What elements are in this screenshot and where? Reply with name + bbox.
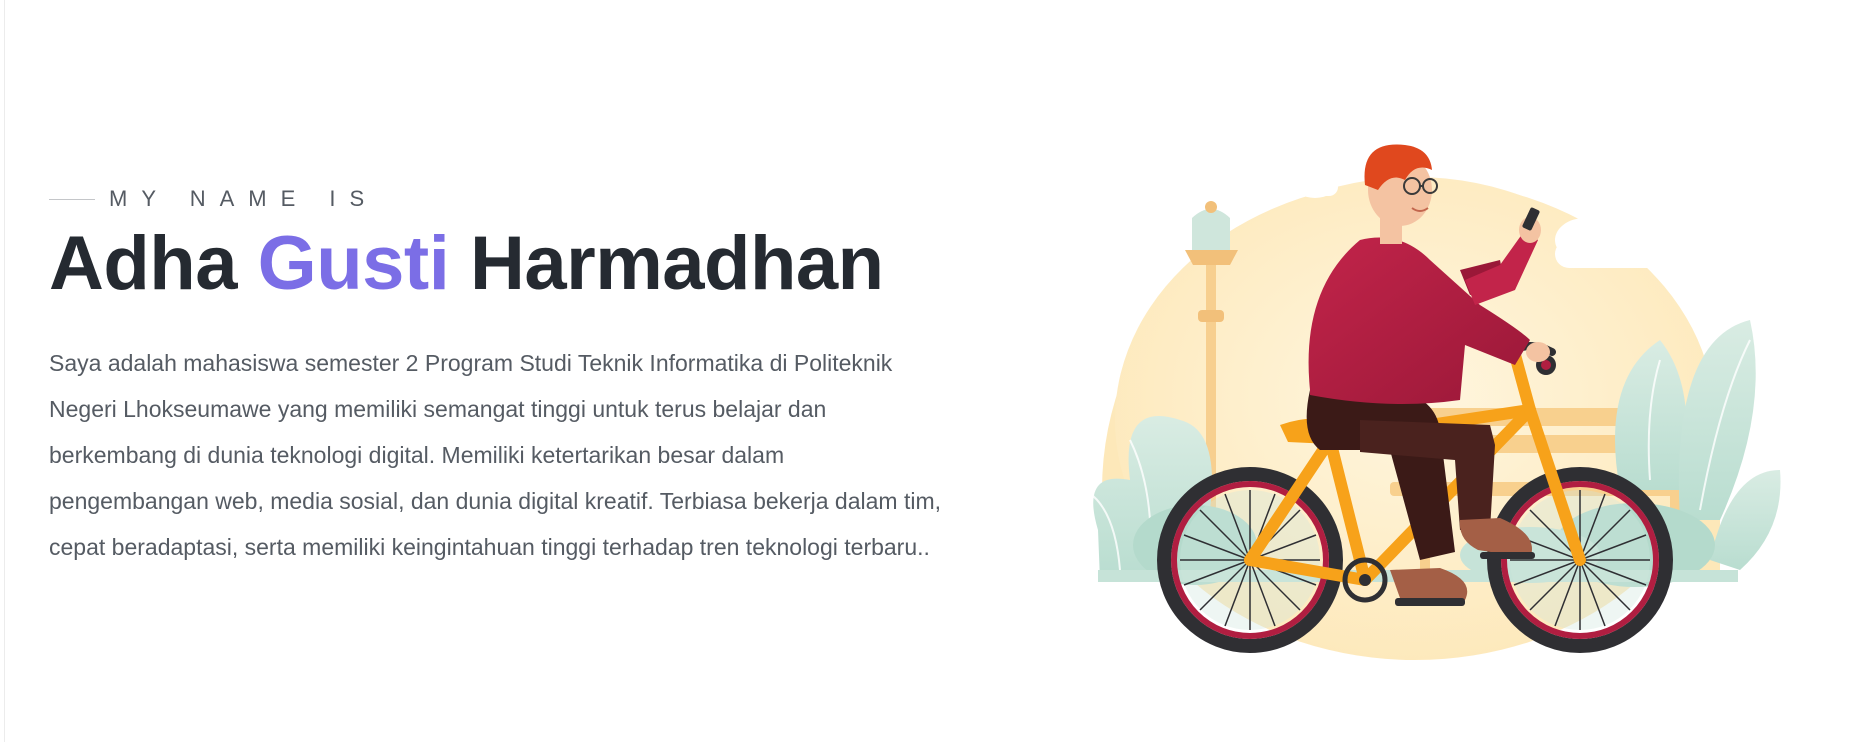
page: MY NAME IS Adha Gusti Harmadhan Saya ada… [0, 0, 1869, 742]
bicycle-rider-illustration [1060, 90, 1790, 660]
hero-name-heading: Adha Gusti Harmadhan [49, 222, 949, 306]
eyebrow-label: MY NAME IS [109, 186, 379, 211]
person-bicycle-icon [1087, 141, 1781, 660]
left-border [4, 0, 5, 742]
name-last: Harmadhan [469, 221, 884, 306]
eyebrow-line [49, 198, 95, 200]
name-middle-accent: Gusti [257, 221, 450, 306]
hero-description: Saya adalah mahasiswa semester 2 Program… [49, 350, 941, 560]
hero-section: MY NAME IS Adha Gusti Harmadhan Saya ada… [49, 180, 949, 570]
eyebrow: MY NAME IS [49, 180, 949, 218]
name-first: Adha [49, 221, 238, 306]
